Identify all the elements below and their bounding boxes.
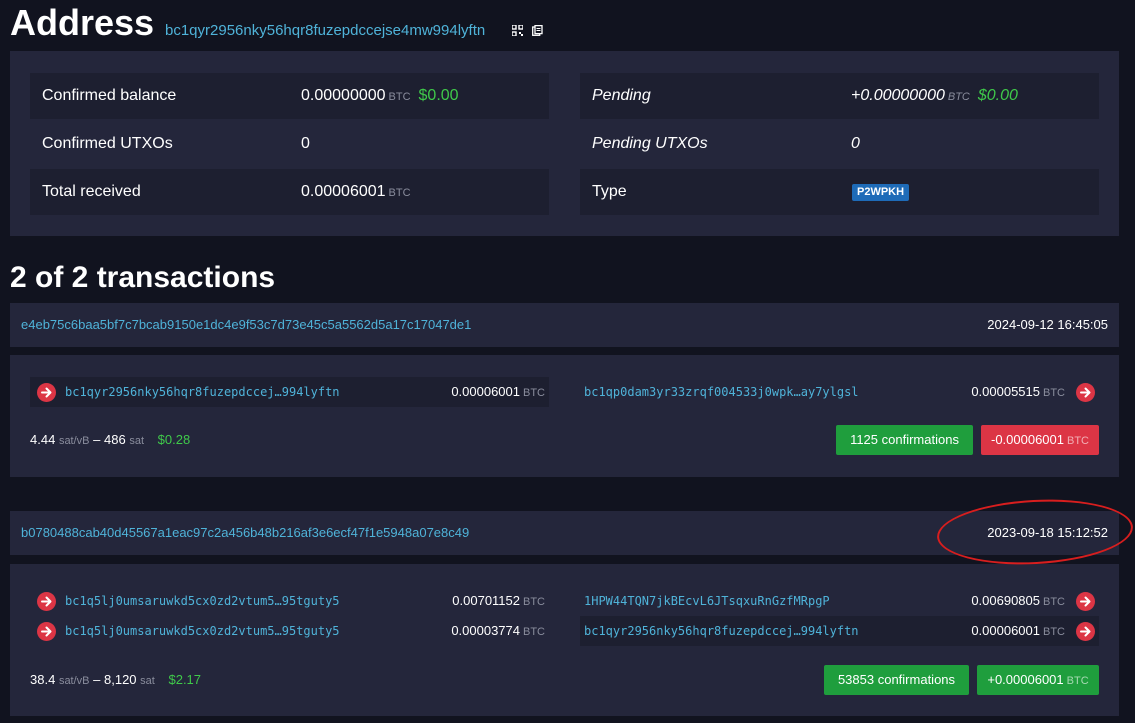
- btc-unit: BTC: [1043, 387, 1065, 399]
- input-amount-value: 0.00003774: [451, 623, 520, 638]
- tx-output-row: 1HPW44TQN7jkBEcvL6JTsqxuRnGzfMRpgP 0.006…: [580, 586, 1099, 616]
- output-address[interactable]: bc1qyr2956nky56hqr8fuzepdccej…994lyftn: [584, 616, 859, 646]
- confirmed-balance-amount: 0.00000000: [301, 87, 386, 104]
- fee-rate-unit: sat/vB: [58, 435, 90, 447]
- total-received-row: Total received 0.00006001 BTC: [30, 169, 549, 215]
- confirmed-balance-label: Confirmed balance: [42, 87, 177, 104]
- pending-label: Pending: [592, 87, 651, 104]
- output-amount: 0.00006001 BTC: [971, 616, 1065, 647]
- confirmed-balance-row: Confirmed balance 0.00000000 BTC $0.00: [30, 73, 549, 119]
- pending-utxos-value: 0: [851, 135, 860, 152]
- confirmed-balance-usd: $0.00: [418, 87, 459, 104]
- btc-unit: BTC: [1066, 675, 1089, 687]
- confirmed-utxos-label: Confirmed UTXOs: [42, 135, 173, 152]
- tx-input-row: bc1qyr2956nky56hqr8fuzepdccej…994lyftn 0…: [30, 377, 549, 407]
- btc-unit: BTC: [523, 387, 545, 399]
- fee-amount: 486: [104, 432, 126, 447]
- address-summary-panel: Confirmed balance 0.00000000 BTC $0.00 Con…: [10, 51, 1119, 236]
- arrow-right-circle-icon[interactable]: [1076, 383, 1095, 402]
- input-amount: 0.00701152 BTC: [452, 586, 545, 617]
- arrow-right-circle-icon[interactable]: [1076, 592, 1095, 611]
- pending-utxos-row: Pending UTXOs 0: [580, 121, 1099, 167]
- fee-unit: sat: [129, 435, 145, 447]
- tx-input-row: bc1q5lj0umsaruwkd5cx0zd2vtum5…95tguty5 0…: [30, 586, 549, 616]
- btc-unit: BTC: [1043, 596, 1065, 608]
- arrow-right-circle-icon[interactable]: [37, 383, 56, 402]
- confirmed-utxos-value: 0: [301, 135, 310, 152]
- fee-separator: –: [93, 672, 101, 687]
- fee-info: 4.44 sat/vB – 486 sat $0.28: [30, 430, 190, 451]
- confirmations-button[interactable]: 53853 confirmations: [824, 665, 969, 695]
- confirmations-button[interactable]: 1125 confirmations: [836, 425, 973, 455]
- confirmed-balance-value: 0.00000000 BTC $0.00: [301, 73, 459, 120]
- input-amount: 0.00006001 BTC: [451, 377, 545, 408]
- btc-unit: BTC: [388, 187, 411, 199]
- btc-unit: BTC: [523, 596, 545, 608]
- fee-separator: –: [93, 432, 101, 447]
- confirmed-utxos-row: Confirmed UTXOs 0: [30, 121, 549, 167]
- type-row: Type P2WPKH: [580, 169, 1099, 215]
- total-received-value: 0.00006001 BTC: [301, 169, 411, 216]
- btc-unit: BTC: [947, 91, 970, 103]
- tx-header: e4eb75c6baa5bf7c7bcab9150e1dc4e9f53c7d73…: [10, 303, 1119, 347]
- input-address[interactable]: bc1q5lj0umsaruwkd5cx0zd2vtum5…95tguty5: [65, 616, 340, 646]
- type-label: Type: [592, 183, 627, 200]
- tx-body: bc1q5lj0umsaruwkd5cx0zd2vtum5…95tguty5 0…: [10, 564, 1119, 716]
- output-address[interactable]: 1HPW44TQN7jkBEcvL6JTsqxuRnGzfMRpgP: [584, 586, 830, 616]
- total-received-label: Total received: [42, 183, 141, 200]
- total-received-amount: 0.00006001: [301, 183, 386, 200]
- txid-link[interactable]: e4eb75c6baa5bf7c7bcab9150e1dc4e9f53c7d73…: [21, 303, 471, 347]
- fee-unit: sat: [140, 675, 155, 687]
- fee-usd: $2.17: [168, 672, 202, 687]
- input-amount-value: 0.00006001: [451, 384, 520, 399]
- btc-unit: BTC: [1043, 626, 1065, 638]
- btc-unit: BTC: [523, 626, 545, 638]
- tx-body: bc1qyr2956nky56hqr8fuzepdccej…994lyftn 0…: [10, 355, 1119, 477]
- tx-input-row: bc1q5lj0umsaruwkd5cx0zd2vtum5…95tguty5 0…: [30, 616, 549, 646]
- output-amount-value: 0.00005515: [971, 384, 1040, 399]
- address-hash[interactable]: bc1qyr2956nky56hqr8fuzepdccejse4mw994lyf…: [165, 22, 485, 39]
- fee-usd: $0.28: [157, 432, 191, 447]
- fee-rate: 38.4: [30, 672, 56, 687]
- fee-amount: 8,120: [104, 672, 137, 687]
- page-title: Address: [10, 2, 155, 43]
- btc-unit: BTC: [388, 91, 411, 103]
- output-address[interactable]: bc1qp0dam3yr33zrqf004533j0wpk…ay7ylgsl: [584, 377, 859, 407]
- net-amount-button[interactable]: -0.00006001 BTC: [981, 425, 1099, 455]
- output-amount-value: 0.00006001: [971, 623, 1040, 638]
- pending-row: Pending +0.00000000 BTC $0.00: [580, 73, 1099, 119]
- output-amount: 0.00005515 BTC: [971, 377, 1065, 408]
- input-address[interactable]: bc1qyr2956nky56hqr8fuzepdccej…994lyftn: [65, 377, 340, 407]
- address-type-badge: P2WPKH: [852, 184, 910, 201]
- tx-output-row: bc1qyr2956nky56hqr8fuzepdccej…994lyftn 0…: [580, 616, 1099, 646]
- copy-icon[interactable]: [532, 25, 543, 36]
- tx-output-row: bc1qp0dam3yr33zrqf004533j0wpk…ay7ylgsl 0…: [580, 377, 1099, 407]
- net-amount-button[interactable]: +0.00006001 BTC: [977, 665, 1099, 695]
- fee-rate: 4.44: [30, 432, 56, 447]
- arrow-right-circle-icon[interactable]: [1076, 622, 1095, 641]
- annotation-ellipse: [935, 494, 1135, 570]
- input-amount: 0.00003774 BTC: [451, 616, 545, 647]
- pending-usd: $0.00: [977, 87, 1018, 104]
- fee-rate-unit: sat/vB: [58, 675, 90, 687]
- qr-code-icon[interactable]: [512, 25, 523, 36]
- btc-unit: BTC: [1067, 435, 1089, 447]
- input-amount-value: 0.00701152: [452, 593, 520, 608]
- arrow-right-circle-icon[interactable]: [37, 622, 56, 641]
- pending-amount: +0.00000000: [851, 87, 945, 104]
- pending-utxos-label: Pending UTXOs: [592, 135, 708, 152]
- transactions-heading: 2 of 2 transactions: [10, 261, 276, 294]
- net-amount-value: +0.00006001: [987, 672, 1064, 687]
- fee-info: 38.4 sat/vB – 8,120 sat $2.17: [30, 670, 201, 691]
- input-address[interactable]: bc1q5lj0umsaruwkd5cx0zd2vtum5…95tguty5: [65, 586, 340, 616]
- pending-value: +0.00000000 BTC $0.00: [851, 73, 1018, 120]
- arrow-right-circle-icon[interactable]: [37, 592, 56, 611]
- net-amount-value: -0.00006001: [990, 432, 1064, 447]
- tx-time: 2024-09-12 16:45:05: [987, 317, 1108, 332]
- output-amount-value: 0.00690805: [971, 593, 1040, 608]
- txid-link[interactable]: b0780488cab40d45567a1eac97c2a456b48b216a…: [21, 511, 469, 555]
- output-amount: 0.00690805 BTC: [971, 586, 1065, 617]
